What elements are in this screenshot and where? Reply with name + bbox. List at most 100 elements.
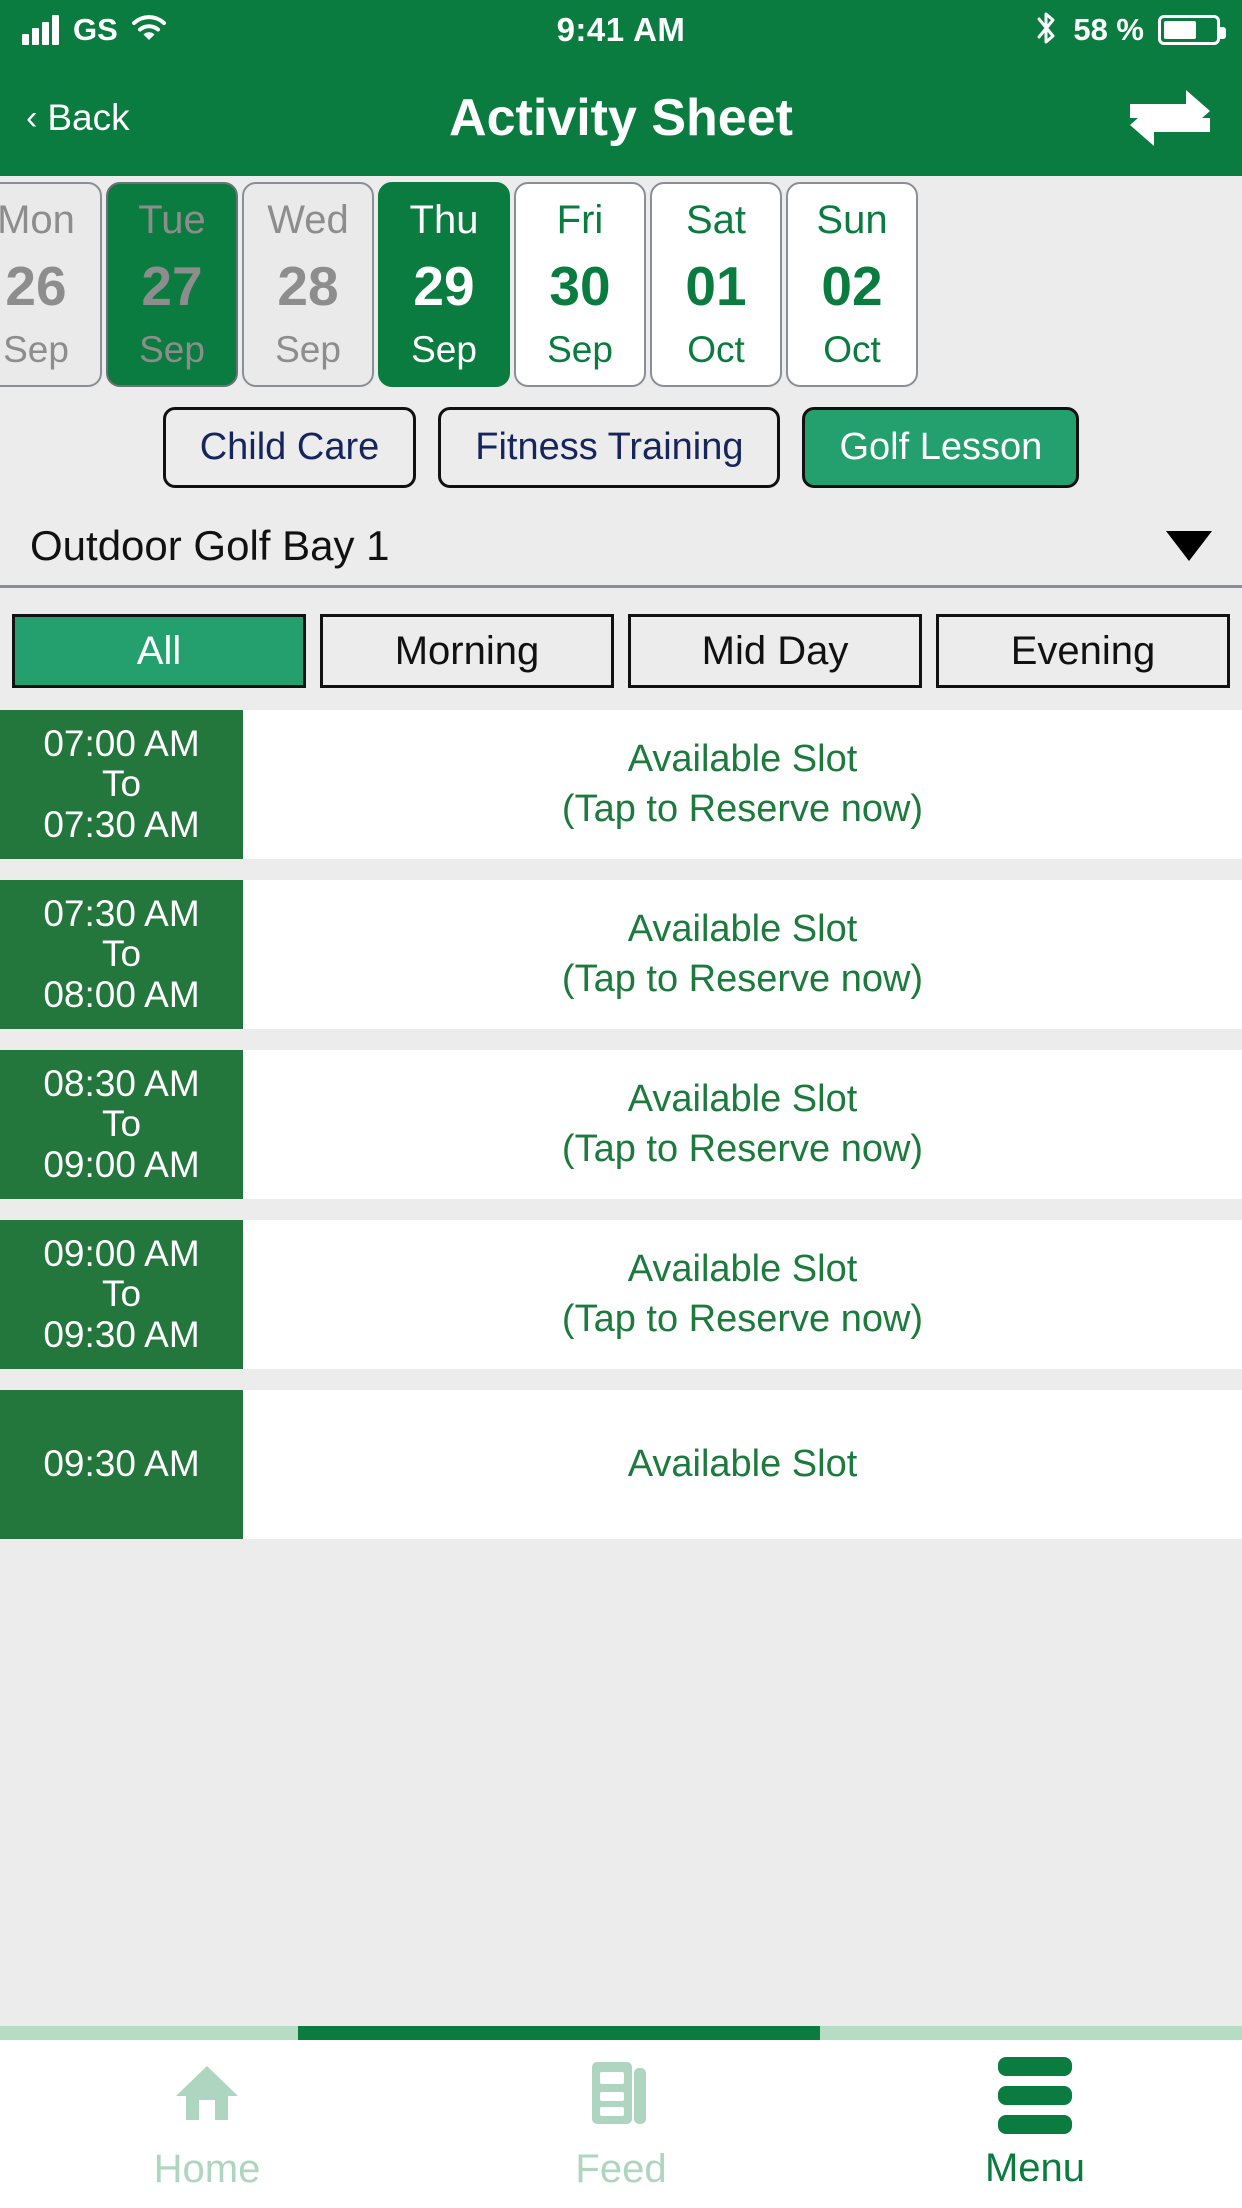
bottom-nav-label: Menu [984,2146,1086,2190]
slot-time-block: 07:30 AM To 08:00 AM [0,880,243,1029]
page-title: Activity Sheet [449,89,793,147]
app-header: ‹ Back Activity Sheet [0,60,1242,176]
slot-time-separator: To [101,763,142,805]
slot-end-time: 09:00 AM [43,1143,200,1185]
activity-type-chip-child-care[interactable]: Child Care [162,407,417,488]
bottom-nav-label: Home [153,2147,261,2191]
activity-type-chip-golf-lesson[interactable]: Golf Lesson [802,407,1080,488]
date-card-dow: Mon [0,198,75,242]
date-card-month: Sep [3,329,69,370]
date-card-day: 29 [413,255,475,317]
bluetooth-icon [1033,9,1059,52]
feed-icon [588,2056,654,2135]
slot-time-separator: To [101,1103,142,1145]
time-filter-tab-evening[interactable]: Evening [936,614,1230,688]
back-button[interactable]: ‹ Back [26,97,130,139]
date-card-sun[interactable]: Sun 02 Oct [786,182,918,387]
signal-bars-icon [22,15,59,45]
date-card-day: 27 [141,255,203,317]
date-card-month: Oct [687,329,745,370]
slot-action-hint: (Tap to Reserve now) [561,787,924,830]
slot-time-block: 09:00 AM To 09:30 AM [0,1220,243,1369]
date-card-month: Sep [547,329,613,370]
slot-time-separator: To [101,1273,142,1315]
date-card-fri[interactable]: Fri 30 Sep [514,182,646,387]
back-button-label: Back [47,97,130,138]
slot-end-time: 08:00 AM [43,973,200,1015]
date-card-day: 26 [5,255,67,317]
date-card-sat[interactable]: Sat 01 Oct [650,182,782,387]
date-card-dow: Sat [685,198,747,242]
swap-arrows-icon[interactable] [1124,82,1216,154]
app-screen: GS 9:41 AM 58 % ‹ Back Activity Sheet Mo… [0,0,1242,2208]
status-bar: GS 9:41 AM 58 % [0,0,1242,60]
slot-status-block[interactable]: Available Slot (Tap to Reserve now) [243,880,1242,1029]
slot-start-time: 07:30 AM [43,893,200,935]
home-icon [170,2056,244,2135]
slot-row[interactable]: 07:30 AM To 08:00 AM Available Slot (Tap to … [0,880,1242,1029]
carrier-label: GS [73,12,118,47]
date-card-month: Sep [411,329,477,370]
slot-action-hint: (Tap to Reserve now) [561,1127,924,1170]
location-dropdown[interactable]: Outdoor Golf Bay 1 [0,506,1242,588]
battery-percent-label: 58 % [1073,12,1144,47]
slot-start-time: 08:30 AM [43,1063,200,1105]
horizontal-scrollbar[interactable] [0,2026,1242,2040]
date-card-mon[interactable]: Mon 26 Sep [0,182,102,387]
bottom-navigation: Home Feed Menu [0,2040,1242,2208]
slot-status-label: Available Slot [627,908,858,950]
date-card-month: Sep [139,329,205,370]
slot-status-block[interactable]: Available Slot (Tap to Reserve now) [243,1050,1242,1199]
date-card-tue[interactable]: Tue 27 Sep [106,182,238,387]
slot-end-time: 07:30 AM [43,803,200,845]
date-card-month: Oct [823,329,881,370]
slot-status-label: Available Slot [627,1442,858,1485]
slot-end-time: 09:30 AM [43,1313,200,1355]
slot-status-block[interactable]: Available Slot (Tap to Reserve now) [243,1220,1242,1369]
wifi-icon [131,14,166,47]
slot-row[interactable]: 07:00 AM To 07:30 AM Available Slot (Tap to … [0,710,1242,859]
chevron-down-icon[interactable] [1166,530,1212,561]
slot-row[interactable]: 09:30 AM Available Slot [0,1390,1242,1539]
date-card-dow: Tue [138,198,206,242]
slot-action-hint: (Tap to Reserve now) [561,957,924,1000]
slot-status-label: Available Slot [627,738,858,780]
slot-row[interactable]: 08:30 AM To 09:00 AM Available Slot (Tap to … [0,1050,1242,1199]
date-card-dow: Sun [816,198,888,242]
date-card-day: 01 [685,255,747,317]
slot-status-block[interactable]: Available Slot (Tap to Reserve now) [243,710,1242,859]
slot-status-label: Available Slot [627,1248,858,1290]
slot-status-block[interactable]: Available Slot [243,1390,1242,1539]
slot-start-time: 09:00 AM [43,1233,200,1275]
bottom-nav-label: Feed [575,2147,667,2191]
date-card-day: 02 [821,255,883,317]
time-of-day-tabs: All Morning Mid Day Evening [0,588,1242,710]
activity-type-chip-fitness-training[interactable]: Fitness Training [438,407,781,488]
slot-time-block: 09:30 AM [0,1390,243,1539]
slot-list[interactable]: 07:00 AM To 07:30 AM Available Slot (Tap to … [0,710,1242,2040]
bottom-nav-item-menu[interactable]: Menu [828,2057,1242,2191]
bottom-nav-item-feed[interactable]: Feed [414,2056,828,2192]
slot-time-block: 07:00 AM To 07:30 AM [0,710,243,859]
date-card-dow: Wed [267,198,349,242]
date-card-month: Sep [275,329,341,370]
date-selector-strip[interactable]: Mon 26 Sep Tue 27 Sep Wed 28 Sep Thu 29 Sep Fri 30 Sep… [0,176,1242,393]
date-card-day: 30 [549,255,611,317]
slot-row[interactable]: 09:00 AM To 09:30 AM Available Slot (Tap to … [0,1220,1242,1369]
bottom-nav-item-home[interactable]: Home [0,2056,414,2192]
slot-time-separator: To [101,933,142,975]
activity-type-filter-row: Child Care Fitness Training Golf Lesson [0,393,1242,506]
time-filter-tab-mid-day[interactable]: Mid Day [628,614,922,688]
slot-start-time: 09:30 AM [43,1443,200,1485]
slot-status-label: Available Slot [627,1078,858,1120]
hamburger-menu-icon [998,2057,1072,2134]
slot-time-block: 08:30 AM To 09:00 AM [0,1050,243,1199]
slot-start-time: 07:00 AM [43,723,200,765]
date-card-day: 28 [277,255,339,317]
time-filter-tab-all[interactable]: All [12,614,306,688]
status-bar-left: GS [22,12,166,48]
status-bar-right: 58 % [1033,9,1226,52]
date-card-thu[interactable]: Thu 29 Sep [378,182,510,387]
time-filter-tab-morning[interactable]: Morning [320,614,614,688]
date-card-wed[interactable]: Wed 28 Sep [242,182,374,387]
